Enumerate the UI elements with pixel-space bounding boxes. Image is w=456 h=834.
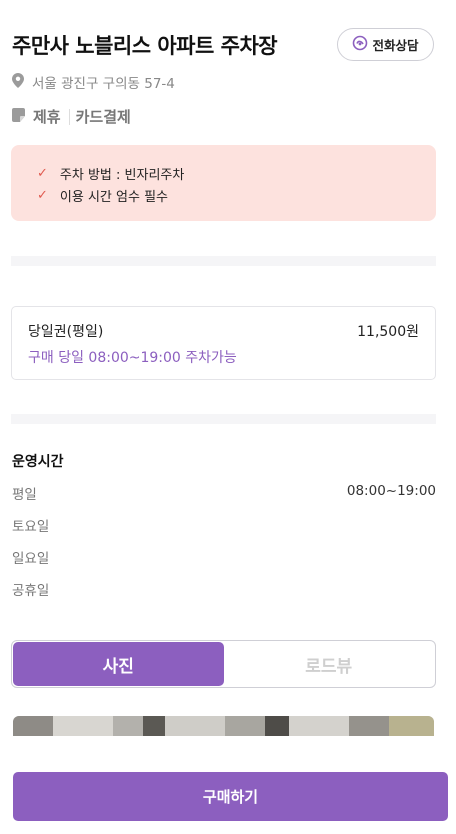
hours-row: 토요일 xyxy=(12,515,436,535)
address: 서울 광진구 구의동 57-4 xyxy=(12,72,175,92)
headset-icon xyxy=(352,35,368,54)
notice-item: ✓ 주차 방법 : 빈자리주차 xyxy=(37,162,436,184)
phone-consult-button[interactable]: 전화상담 xyxy=(337,28,434,61)
address-text: 서울 광진구 구의동 57-4 xyxy=(32,76,175,92)
hours-time: 08:00~19:00 xyxy=(346,483,436,499)
notice-text: 이용 시간 엄수 필수 xyxy=(59,189,168,205)
hours-day: 공휴일 xyxy=(12,583,50,599)
hours-row: 평일 08:00~19:00 xyxy=(12,483,436,503)
notice-item: ✓ 이용 시간 엄수 필수 xyxy=(37,184,436,206)
notice-text: 주차 방법 : 빈자리주차 xyxy=(59,167,185,183)
hours-day: 일요일 xyxy=(12,551,50,567)
phone-consult-label: 전화상담 xyxy=(372,38,419,53)
ticket-name: 당일권(평일) xyxy=(28,324,104,340)
check-icon: ✓ xyxy=(37,165,48,181)
page-title: 주만사 노블리스 아파트 주차장 xyxy=(12,34,278,58)
tab-photo[interactable]: 사진 xyxy=(13,642,224,686)
tag-separator xyxy=(68,108,70,125)
hours-row: 공휴일 xyxy=(12,579,436,599)
view-toggle: 사진 로드뷰 xyxy=(11,640,436,688)
hours-title: 운영시간 xyxy=(12,454,64,470)
ticket-description: 구매 당일 08:00~19:00 주차가능 xyxy=(28,350,237,366)
card-icon xyxy=(12,107,25,126)
feature-tags: 제휴 카드결제 xyxy=(12,106,131,127)
notice-box: ✓ 주차 방법 : 빈자리주차 ✓ 이용 시간 엄수 필수 xyxy=(11,145,436,221)
section-divider xyxy=(11,256,436,266)
section-divider xyxy=(11,414,436,424)
hours-day: 토요일 xyxy=(12,519,50,535)
hours-day: 평일 xyxy=(12,487,37,503)
check-icon: ✓ xyxy=(37,187,48,203)
parking-photo xyxy=(13,716,434,736)
tag-partner: 제휴 xyxy=(33,108,61,126)
purchase-button[interactable]: 구매하기 xyxy=(13,772,448,821)
ticket-card[interactable]: 당일권(평일) 11,500원 구매 당일 08:00~19:00 주차가능 xyxy=(11,306,436,380)
hours-row: 일요일 xyxy=(12,547,436,567)
ticket-price: 11,500원 xyxy=(357,324,419,340)
tag-card-payment: 카드결제 xyxy=(75,108,131,126)
tab-roadview[interactable]: 로드뷰 xyxy=(224,642,435,686)
location-pin-icon xyxy=(12,72,24,92)
